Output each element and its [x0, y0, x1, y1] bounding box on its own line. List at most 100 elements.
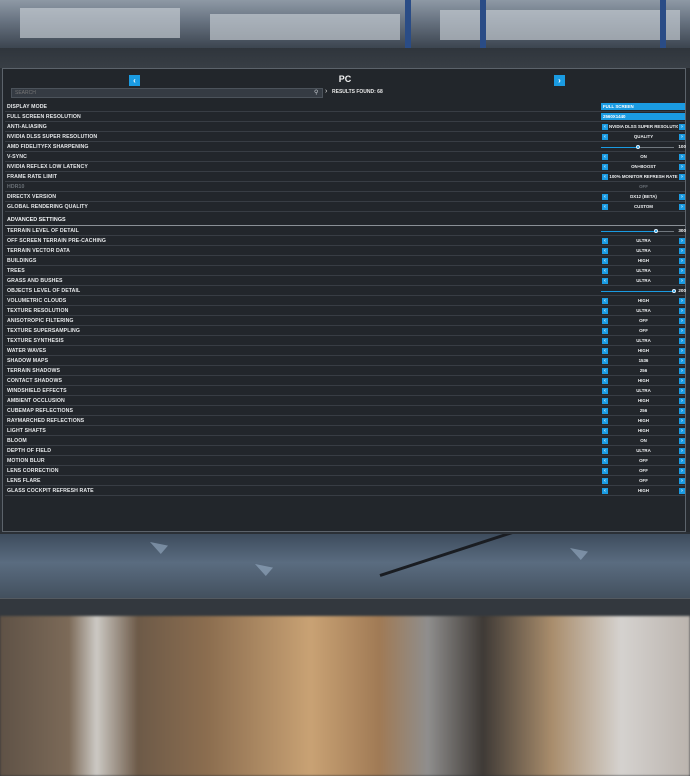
setting-row-contact-shadows[interactable]: CONTACT SHADOWS HIGH ‹ ›	[3, 376, 685, 386]
setting-row-ambient-occlusion[interactable]: AMBIENT OCCLUSION HIGH ‹ ›	[3, 396, 685, 406]
chevron-right-icon[interactable]: ›	[679, 164, 685, 170]
setting-selector[interactable]: ULTRA ‹ ›	[600, 307, 686, 315]
chevron-right-icon[interactable]: ›	[679, 378, 685, 384]
setting-selector[interactable]: HIGH ‹ ›	[600, 377, 686, 385]
chevron-left-icon[interactable]: ‹	[602, 438, 608, 444]
setting-row-shadow-maps[interactable]: SHADOW MAPS 1536 ‹ ›	[3, 356, 685, 366]
chevron-left-icon[interactable]: ‹	[602, 488, 608, 494]
chevron-left-icon[interactable]: ‹	[602, 348, 608, 354]
search-icon[interactable]: ⚲	[314, 89, 318, 97]
setting-slider[interactable]: 200	[600, 287, 686, 295]
chevron-right-icon[interactable]: ›	[679, 194, 685, 200]
setting-slider[interactable]: 100	[600, 143, 686, 151]
chevron-left-icon[interactable]: ‹	[602, 238, 608, 244]
setting-selector[interactable]: ON ‹ ›	[600, 153, 686, 161]
chevron-left-icon[interactable]: ‹	[602, 194, 608, 200]
chevron-right-icon[interactable]: ›	[679, 278, 685, 284]
chevron-left-icon[interactable]: ‹	[602, 268, 608, 274]
chevron-right-icon[interactable]: ›	[679, 468, 685, 474]
chevron-right-icon[interactable]: ›	[679, 204, 685, 210]
chevron-right-icon[interactable]: ›	[679, 174, 685, 180]
chevron-right-icon[interactable]: ›	[679, 438, 685, 444]
setting-row-bloom[interactable]: BLOOM ON ‹ ›	[3, 436, 685, 446]
chevron-right-icon[interactable]: ›	[679, 124, 685, 130]
setting-selector[interactable]: CUSTOM ‹ ›	[600, 203, 686, 211]
setting-row-full-screen-resolution[interactable]: FULL SCREEN RESOLUTION 2560X1440	[3, 112, 685, 122]
chevron-left-icon[interactable]: ‹	[602, 478, 608, 484]
chevron-left-icon[interactable]: ‹	[602, 368, 608, 374]
chevron-left-icon[interactable]: ‹	[602, 398, 608, 404]
chevron-right-icon[interactable]: ›	[679, 298, 685, 304]
setting-row-texture-synthesis[interactable]: TEXTURE SYNTHESIS ULTRA ‹ ›	[3, 336, 685, 346]
chevron-left-icon[interactable]: ‹	[602, 418, 608, 424]
setting-selector[interactable]: ULTRA ‹ ›	[600, 447, 686, 455]
setting-selector[interactable]: HIGH ‹ ›	[600, 257, 686, 265]
chevron-right-icon[interactable]: ›	[679, 154, 685, 160]
setting-row-anisotropic-filtering[interactable]: ANISOTROPIC FILTERING OFF ‹ ›	[3, 316, 685, 326]
setting-row-texture-resolution[interactable]: TEXTURE RESOLUTION ULTRA ‹ ›	[3, 306, 685, 316]
chevron-left-icon[interactable]: ‹	[602, 248, 608, 254]
chevron-right-icon[interactable]: ›	[679, 358, 685, 364]
setting-row-lens-flare[interactable]: LENS FLARE OFF ‹ ›	[3, 476, 685, 486]
setting-selector[interactable]: 256 ‹ ›	[600, 367, 686, 375]
setting-selector[interactable]: OFF ‹ ›	[600, 327, 686, 335]
setting-row-terrain-shadows[interactable]: TERRAIN SHADOWS 256 ‹ ›	[3, 366, 685, 376]
setting-dropdown[interactable]: 2560X1440	[600, 113, 686, 121]
setting-selector[interactable]: OFF ‹ ›	[600, 317, 686, 325]
chevron-left-icon[interactable]: ‹	[602, 318, 608, 324]
setting-row-water-waves[interactable]: WATER WAVES HIGH ‹ ›	[3, 346, 685, 356]
setting-dropdown[interactable]: FULL SCREEN	[600, 103, 686, 111]
setting-selector[interactable]: HIGH ‹ ›	[600, 297, 686, 305]
chevron-left-icon[interactable]: ‹	[602, 124, 608, 130]
setting-row-raymarched-reflections[interactable]: RAYMARCHED REFLECTIONS HIGH ‹ ›	[3, 416, 685, 426]
chevron-left-icon[interactable]: ‹	[602, 408, 608, 414]
chevron-left-icon[interactable]: ‹	[602, 458, 608, 464]
chevron-right-icon[interactable]: ›	[679, 478, 685, 484]
setting-row-terrain-level-of-detail[interactable]: TERRAIN LEVEL OF DETAIL 300	[3, 226, 686, 236]
chevron-right-icon[interactable]: ›	[679, 408, 685, 414]
chevron-right-icon[interactable]: ›	[679, 308, 685, 314]
chevron-right-icon[interactable]: ›	[679, 134, 685, 140]
setting-selector[interactable]: OFF ‹ ›	[600, 477, 686, 485]
setting-row-global-rendering-quality[interactable]: GLOBAL RENDERING QUALITY CUSTOM ‹ ›	[3, 202, 685, 212]
chevron-left-icon[interactable]: ‹	[602, 388, 608, 394]
setting-row-windshield-effects[interactable]: WINDSHIELD EFFECTS ULTRA ‹ ›	[3, 386, 685, 396]
chevron-left-icon[interactable]: ‹	[602, 154, 608, 160]
chevron-right-icon[interactable]: ›	[679, 428, 685, 434]
slider-handle[interactable]	[653, 229, 658, 233]
setting-row-v-sync[interactable]: V-SYNC ON ‹ ›	[3, 152, 685, 162]
chevron-right-icon[interactable]: ›	[679, 388, 685, 394]
chevron-right-icon[interactable]: ›	[679, 488, 685, 494]
setting-row-cubemap-reflections[interactable]: CUBEMAP REFLECTIONS 256 ‹ ›	[3, 406, 685, 416]
setting-row-light-shafts[interactable]: LIGHT SHAFTS HIGH ‹ ›	[3, 426, 685, 436]
chevron-right-icon[interactable]: ›	[679, 418, 685, 424]
setting-row-depth-of-field[interactable]: DEPTH OF FIELD ULTRA ‹ ›	[3, 446, 685, 456]
chevron-left-icon[interactable]: ‹	[602, 358, 608, 364]
slider-handle[interactable]	[635, 145, 640, 149]
chevron-left-icon[interactable]: ‹	[602, 278, 608, 284]
setting-row-lens-correction[interactable]: LENS CORRECTION OFF ‹ ›	[3, 466, 685, 476]
chevron-left-icon[interactable]: ‹	[602, 338, 608, 344]
setting-slider[interactable]: 300	[600, 227, 686, 235]
setting-row-directx-version[interactable]: DIRECTX VERSION DX12 (BETA) ‹ ›	[3, 192, 685, 202]
setting-selector[interactable]: ON+BOOST ‹ ›	[600, 163, 686, 171]
setting-selector[interactable]: 100% MONITOR REFRESH RATE ‹ ›	[600, 173, 686, 181]
setting-row-trees[interactable]: TREES ULTRA ‹ ›	[3, 266, 685, 276]
chevron-right-icon[interactable]: ›	[679, 348, 685, 354]
setting-selector[interactable]: DX12 (BETA) ‹ ›	[600, 193, 686, 201]
search-box[interactable]: ⚲	[11, 88, 323, 98]
setting-selector[interactable]: HIGH ‹ ›	[600, 347, 686, 355]
setting-selector[interactable]: ULTRA ‹ ›	[600, 387, 686, 395]
chevron-left-icon[interactable]: ‹	[602, 448, 608, 454]
search-input[interactable]	[15, 89, 305, 97]
setting-row-anti-aliasing[interactable]: ANTI-ALIASING NVIDIA DLSS SUPER RESOLUTIO…	[3, 122, 685, 132]
chevron-right-icon[interactable]: ›	[679, 398, 685, 404]
setting-selector[interactable]: OFF ‹ ›	[600, 467, 686, 475]
chevron-right-icon[interactable]: ›	[679, 338, 685, 344]
chevron-left-icon[interactable]: ‹	[602, 308, 608, 314]
chevron-right-icon[interactable]: ›	[679, 368, 685, 374]
chevron-left-icon[interactable]: ‹	[602, 164, 608, 170]
setting-selector[interactable]: QUALITY ‹ ›	[600, 133, 686, 141]
setting-selector[interactable]: OFF ‹ ›	[600, 457, 686, 465]
setting-row-terrain-vector-data[interactable]: TERRAIN VECTOR DATA ULTRA ‹ ›	[3, 246, 685, 256]
